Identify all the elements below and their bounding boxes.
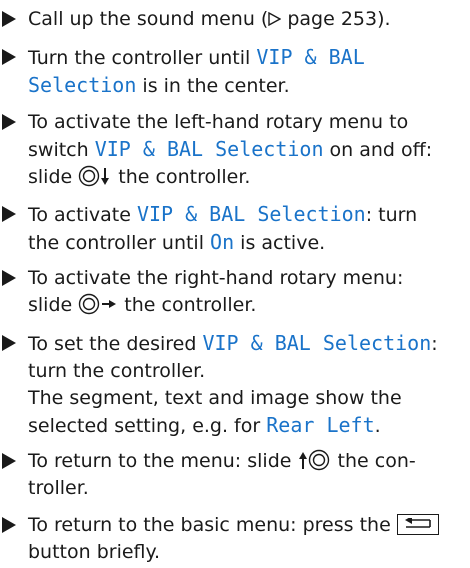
bullet-icon bbox=[2, 453, 16, 469]
step-text: To return to the menu: slide bbox=[28, 450, 298, 472]
step-text: on and off: bbox=[323, 139, 433, 161]
step-return-menu: To return to the menu: slide the con- tr… bbox=[2, 448, 464, 502]
step-text: the controller. bbox=[118, 294, 257, 316]
step-text: : turn bbox=[365, 204, 418, 226]
step-text: switch bbox=[28, 139, 95, 161]
triangle-right-outline-icon bbox=[268, 8, 282, 30]
step-right-rotary-menu: To activate the right-hand rotary menu: … bbox=[2, 265, 464, 319]
step-text: the controller until bbox=[28, 232, 211, 254]
step-text: button briefly. bbox=[28, 541, 161, 563]
back-button-icon bbox=[396, 514, 439, 535]
step-return-basic-menu: To return to the basic menu: press the b… bbox=[2, 512, 464, 566]
step-text: : bbox=[431, 333, 438, 355]
ui-term: VIP & BAL Selection bbox=[136, 202, 366, 226]
step-text: turn the controller. bbox=[28, 360, 206, 382]
step-text: The segment, text and image show the bbox=[28, 387, 402, 409]
step-text: To activate the left-hand rotary menu to bbox=[28, 111, 409, 133]
step-text: slide bbox=[28, 294, 79, 316]
ui-term: VIP & BAL Selection bbox=[202, 331, 432, 355]
instruction-page: Call up the sound menu ( page 253). Turn… bbox=[0, 0, 470, 568]
step-text: To return to the basic menu: press the bbox=[28, 514, 397, 536]
bullet-icon bbox=[2, 206, 16, 222]
bullet-icon bbox=[2, 517, 16, 533]
ui-term: On bbox=[210, 230, 235, 254]
step-text: To activate the right-hand rotary menu: bbox=[28, 267, 404, 289]
step-call-sound-menu: Call up the sound menu ( page 253). bbox=[2, 6, 464, 33]
step-text: the con- bbox=[331, 450, 416, 472]
step-set-vip-bal: To set the desired VIP & BAL Selection: … bbox=[2, 330, 464, 440]
step-text: is in the center. bbox=[136, 75, 290, 97]
controller-slide-down-icon bbox=[78, 165, 112, 187]
controller-slide-up-icon bbox=[297, 449, 331, 471]
step-text: To set the desired bbox=[28, 333, 203, 355]
controller-slide-right-icon bbox=[78, 293, 118, 315]
step-text: troller. bbox=[28, 477, 89, 499]
bullet-icon bbox=[2, 11, 16, 27]
ui-term: VIP & BAL bbox=[256, 45, 365, 69]
step-text: is active. bbox=[234, 232, 326, 254]
step-activate-vip-bal: To activate VIP & BAL Selection: turn th… bbox=[2, 201, 464, 257]
ui-term: Selection bbox=[28, 73, 137, 97]
bullet-icon bbox=[2, 114, 16, 130]
step-text: Call up the sound menu ( bbox=[28, 8, 269, 30]
bullet-icon bbox=[2, 270, 16, 286]
bullet-icon bbox=[2, 335, 16, 351]
step-text: selected setting, e.g. for bbox=[28, 415, 267, 437]
page-reference-link[interactable]: page 253). bbox=[281, 8, 390, 30]
step-turn-controller: Turn the controller until VIP & BAL Sele… bbox=[2, 44, 464, 100]
step-text: the controller. bbox=[112, 166, 251, 188]
bullet-icon bbox=[2, 49, 16, 65]
step-text: slide bbox=[28, 166, 79, 188]
step-left-rotary-menu: To activate the left-hand rotary menu to… bbox=[2, 109, 464, 191]
ui-term: Rear Left bbox=[266, 413, 375, 437]
ui-term: VIP & BAL Selection bbox=[94, 137, 324, 161]
step-text: To activate bbox=[28, 204, 137, 226]
step-text: . bbox=[374, 415, 381, 437]
step-text: Turn the controller until bbox=[28, 47, 257, 69]
